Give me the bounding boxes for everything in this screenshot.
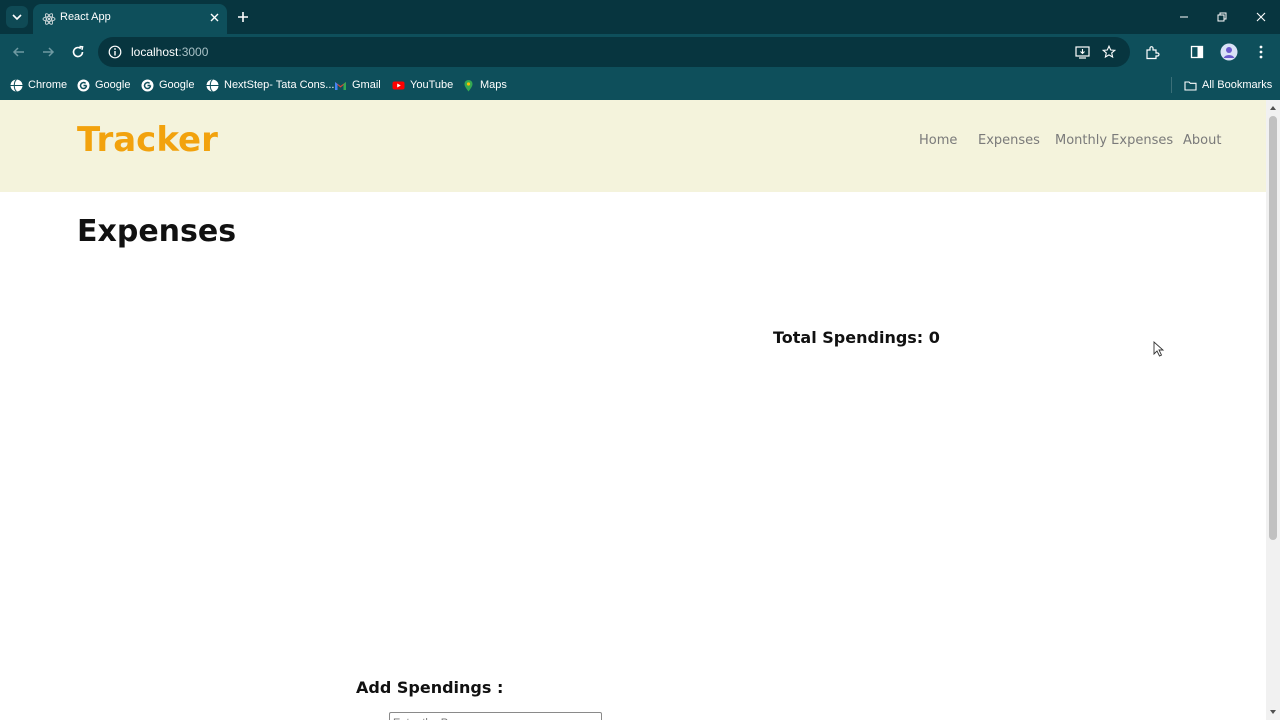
forward-arrow-icon[interactable] xyxy=(38,42,58,62)
install-app-icon[interactable] xyxy=(1074,44,1090,60)
app-navbar: Tracker Home Expenses Monthly Expenses A… xyxy=(0,100,1266,192)
scrollbar-thumb[interactable] xyxy=(1269,116,1277,540)
more-menu-icon[interactable] xyxy=(1252,43,1270,61)
profile-avatar-icon[interactable] xyxy=(1220,43,1238,61)
bookmark-maps[interactable]: Maps xyxy=(462,77,507,93)
extensions-puzzle-icon[interactable] xyxy=(1143,43,1161,61)
bookmarks-divider xyxy=(1171,77,1172,93)
bookmark-google-2[interactable]: Google xyxy=(141,77,194,93)
tab-close-icon[interactable] xyxy=(206,9,222,25)
nav-link-expenses[interactable]: Expenses xyxy=(978,133,1040,148)
bookmark-star-icon[interactable] xyxy=(1101,44,1117,60)
gmail-icon xyxy=(335,81,346,90)
bookmark-label: Google xyxy=(159,79,195,91)
url-port: :3000 xyxy=(178,45,209,59)
chevron-down-icon xyxy=(12,14,22,21)
bookmark-youtube[interactable]: YouTube xyxy=(392,77,453,93)
google-icon xyxy=(77,79,90,91)
add-spendings-heading: Add Spendings : xyxy=(356,678,504,697)
page-title: Expenses xyxy=(77,214,237,249)
folder-icon xyxy=(1184,80,1197,91)
site-info-icon[interactable] xyxy=(108,45,122,59)
all-bookmarks-label: All Bookmarks xyxy=(1202,79,1273,91)
tab-title: React App xyxy=(60,11,111,23)
bookmark-label: NextStep- Tata Cons... xyxy=(224,79,335,91)
react-favicon-icon xyxy=(42,13,56,25)
bookmark-label: YouTube xyxy=(410,79,454,91)
bookmark-chrome[interactable]: Chrome xyxy=(10,77,67,93)
bookmark-label: Google xyxy=(95,79,131,91)
nav-link-about[interactable]: About xyxy=(1183,133,1221,148)
bookmark-label: Gmail xyxy=(352,79,381,91)
side-panel-icon[interactable] xyxy=(1188,43,1206,61)
nav-link-monthly-expenses[interactable]: Monthly Expenses xyxy=(1055,133,1173,148)
globe-icon xyxy=(206,78,219,92)
browser-tab-strip: React App xyxy=(0,0,1280,34)
purpose-input[interactable] xyxy=(389,712,602,720)
youtube-icon xyxy=(392,81,405,89)
new-tab-plus-icon[interactable] xyxy=(234,8,252,26)
scroll-up-arrow-icon[interactable] xyxy=(1269,104,1277,112)
tab-search-button[interactable] xyxy=(6,6,28,28)
nav-link-home[interactable]: Home xyxy=(919,133,957,148)
bookmarks-bar: Chrome Google Google NextStep- Tata Cons… xyxy=(0,70,1280,100)
total-spendings: Total Spendings: 0 xyxy=(773,328,940,347)
browser-tab-react-app[interactable]: React App xyxy=(33,4,227,34)
address-bar[interactable]: localhost:3000 xyxy=(98,37,1130,67)
bookmark-google-1[interactable]: Google xyxy=(77,77,130,93)
url-host: localhost xyxy=(131,45,179,59)
mouse-cursor-icon xyxy=(1153,341,1165,357)
scroll-down-arrow-icon[interactable] xyxy=(1269,708,1277,716)
browser-toolbar: localhost:3000 xyxy=(0,34,1280,70)
brand-logo[interactable]: Tracker xyxy=(77,120,218,160)
close-window-icon[interactable] xyxy=(1253,9,1269,25)
back-arrow-icon[interactable] xyxy=(9,42,29,62)
all-bookmarks-button[interactable]: All Bookmarks xyxy=(1184,77,1272,93)
bookmark-nextstep[interactable]: NextStep- Tata Cons... xyxy=(206,77,334,93)
bookmark-label: Maps xyxy=(480,79,507,91)
reload-icon[interactable] xyxy=(68,42,88,62)
minimize-icon[interactable] xyxy=(1176,9,1192,25)
page-scrollbar[interactable] xyxy=(1266,100,1280,720)
page-viewport: Tracker Home Expenses Monthly Expenses A… xyxy=(0,100,1266,720)
google-icon xyxy=(141,79,154,91)
url-text[interactable]: localhost:3000 xyxy=(131,45,208,59)
maps-icon xyxy=(464,79,473,91)
restore-icon[interactable] xyxy=(1214,9,1230,25)
bookmark-gmail[interactable]: Gmail xyxy=(334,77,381,93)
bookmark-label: Chrome xyxy=(28,79,68,91)
globe-icon xyxy=(10,78,23,92)
